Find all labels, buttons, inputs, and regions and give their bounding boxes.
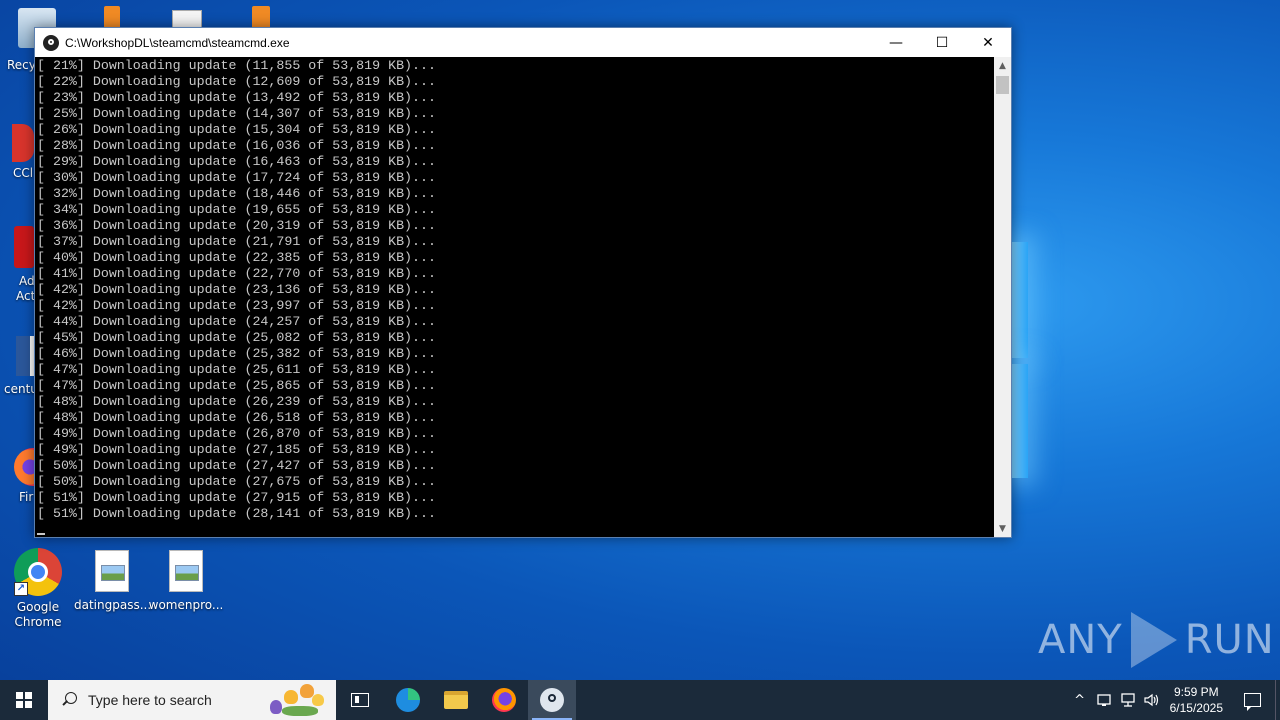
- wallpaper-windows-logo: [1010, 240, 1030, 480]
- taskbar-file-explorer[interactable]: [432, 680, 480, 720]
- recycle-bin-label: Recy: [7, 58, 36, 72]
- console-line: [ 44%] Downloading update (24,257 of 53,…: [37, 314, 436, 329]
- console-line: [ 50%] Downloading update (27,675 of 53,…: [37, 474, 436, 489]
- windows-logo-icon: [16, 692, 32, 708]
- console-line: [ 47%] Downloading update (25,865 of 53,…: [37, 378, 436, 393]
- watermark-text-left: ANY: [1038, 617, 1123, 663]
- action-center-button[interactable]: [1229, 680, 1275, 720]
- task-view-button[interactable]: [336, 680, 384, 720]
- document-icon[interactable]: [172, 10, 202, 28]
- console-line: [ 41%] Downloading update (22,770 of 53,…: [37, 266, 436, 281]
- taskbar-search-box[interactable]: Type here to search: [48, 680, 336, 720]
- console-line: [ 29%] Downloading update (16,463 of 53,…: [37, 154, 436, 169]
- notification-icon: [1243, 693, 1261, 711]
- desktop-icon-label: womenpro...: [148, 598, 224, 612]
- console-line: [ 25%] Downloading update (14,307 of 53,…: [37, 106, 436, 121]
- watermark-text-right: RUN: [1184, 617, 1275, 663]
- scroll-thumb[interactable]: [996, 76, 1009, 94]
- console-line: [ 51%] Downloading update (28,141 of 53,…: [37, 506, 436, 521]
- taskbar-clock[interactable]: 9:59 PM 6/15/2025: [1164, 684, 1229, 716]
- task-view-icon: [351, 693, 369, 707]
- console-line: [ 51%] Downloading update (27,915 of 53,…: [37, 490, 436, 505]
- steam-app-icon: [43, 34, 59, 51]
- console-line: [ 28%] Downloading update (16,036 of 53,…: [37, 138, 436, 153]
- console-line: [ 37%] Downloading update (21,791 of 53,…: [37, 234, 436, 249]
- taskbar: Type here to search ^ 9:59 PM 6/15/2025: [0, 680, 1280, 720]
- shortcut-arrow-icon: ↗: [14, 582, 28, 596]
- folder-icon: [444, 691, 468, 709]
- vlc-icon-2[interactable]: [252, 6, 270, 28]
- acrobat-icon[interactable]: [14, 226, 34, 268]
- network-icon[interactable]: [1116, 680, 1140, 720]
- console-line: [ 42%] Downloading update (23,136 of 53,…: [37, 282, 436, 297]
- word-icon[interactable]: [16, 336, 34, 376]
- console-cursor: [37, 533, 45, 535]
- system-tray: ^ 9:59 PM 6/15/2025: [1068, 680, 1280, 720]
- ccleaner-label: CCl: [13, 166, 34, 180]
- desktop-icon-label: datingpass...: [74, 598, 152, 612]
- desktop-icon-datingpass[interactable]: datingpass...: [74, 548, 152, 613]
- steam-icon: [540, 688, 564, 712]
- desktop-icon-chrome[interactable]: ↗ Google Chrome: [0, 548, 76, 630]
- console-line: [ 47%] Downloading update (25,611 of 53,…: [37, 362, 436, 377]
- console-line: [ 26%] Downloading update (15,304 of 53,…: [37, 122, 436, 137]
- maximize-button[interactable]: ☐: [919, 28, 965, 57]
- console-line: [ 40%] Downloading update (22,385 of 53,…: [37, 250, 436, 265]
- console-line: [ 49%] Downloading update (26,870 of 53,…: [37, 426, 436, 441]
- taskbar-steamcmd[interactable]: [528, 680, 576, 720]
- firefox-icon: [492, 688, 516, 712]
- taskbar-edge[interactable]: [384, 680, 432, 720]
- console-line: [ 32%] Downloading update (18,446 of 53,…: [37, 186, 436, 201]
- console-line: [ 30%] Downloading update (17,724 of 53,…: [37, 170, 436, 185]
- desktop-icon-womenpro[interactable]: womenpro...: [148, 548, 224, 613]
- play-logo-icon: [1130, 612, 1177, 668]
- console-line: [ 34%] Downloading update (19,655 of 53,…: [37, 202, 436, 217]
- desktop-icon-label: Google Chrome: [14, 600, 62, 629]
- anyrun-watermark: ANY RUN: [1038, 612, 1275, 668]
- scroll-down-button[interactable]: ▼: [994, 520, 1011, 537]
- console-line: [ 49%] Downloading update (27,185 of 53,…: [37, 442, 436, 457]
- start-button[interactable]: [0, 680, 48, 720]
- console-line: [ 21%] Downloading update (11,855 of 53,…: [37, 58, 436, 73]
- console-window[interactable]: C:\WorkshopDL\steamcmd\steamcmd.exe — ☐ …: [34, 27, 1012, 538]
- console-line: [ 50%] Downloading update (27,427 of 53,…: [37, 458, 436, 473]
- image-file-icon: [169, 550, 203, 592]
- console-output[interactable]: [ 21%] Downloading update (11,855 of 53,…: [35, 57, 995, 537]
- console-line: [ 45%] Downloading update (25,082 of 53,…: [37, 330, 436, 345]
- acrobat-label-2: Act: [16, 289, 36, 303]
- chrome-icon: ↗: [14, 548, 62, 596]
- search-flowers-illustration-icon: [262, 682, 332, 718]
- word-doc-label: centu: [4, 382, 38, 396]
- taskbar-firefox[interactable]: [480, 680, 528, 720]
- console-line: [ 46%] Downloading update (25,382 of 53,…: [37, 346, 436, 361]
- meet-now-icon[interactable]: [1092, 680, 1116, 720]
- vlc-icon[interactable]: [104, 6, 120, 28]
- console-line: [ 36%] Downloading update (20,319 of 53,…: [37, 218, 436, 233]
- search-icon: [61, 692, 77, 708]
- firefox-label: Fir: [19, 490, 34, 504]
- window-title: C:\WorkshopDL\steamcmd\steamcmd.exe: [65, 35, 290, 50]
- volume-icon[interactable]: [1140, 680, 1164, 720]
- acrobat-label-1: Ad: [19, 274, 35, 288]
- window-titlebar[interactable]: C:\WorkshopDL\steamcmd\steamcmd.exe — ☐ …: [35, 28, 1011, 57]
- edge-browser-icon: [396, 688, 420, 712]
- search-placeholder: Type here to search: [88, 692, 212, 708]
- minimize-button[interactable]: —: [873, 28, 919, 57]
- close-button[interactable]: ✕: [965, 28, 1011, 57]
- console-line: [ 23%] Downloading update (13,492 of 53,…: [37, 90, 436, 105]
- show-hidden-icons-button[interactable]: ^: [1068, 680, 1092, 720]
- console-line: [ 42%] Downloading update (23,997 of 53,…: [37, 298, 436, 313]
- console-line: [ 48%] Downloading update (26,518 of 53,…: [37, 410, 436, 425]
- console-line: [ 48%] Downloading update (26,239 of 53,…: [37, 394, 436, 409]
- firefox-icon[interactable]: [14, 448, 34, 486]
- image-file-icon: [95, 550, 129, 592]
- clock-date: 6/15/2025: [1169, 701, 1223, 715]
- ccleaner-icon[interactable]: [12, 124, 34, 162]
- console-scrollbar[interactable]: ▲ ▼: [994, 57, 1011, 537]
- clock-time: 9:59 PM: [1173, 685, 1219, 699]
- scroll-up-button[interactable]: ▲: [994, 57, 1011, 74]
- show-desktop-button[interactable]: [1275, 680, 1280, 720]
- console-line: [ 22%] Downloading update (12,609 of 53,…: [37, 74, 436, 89]
